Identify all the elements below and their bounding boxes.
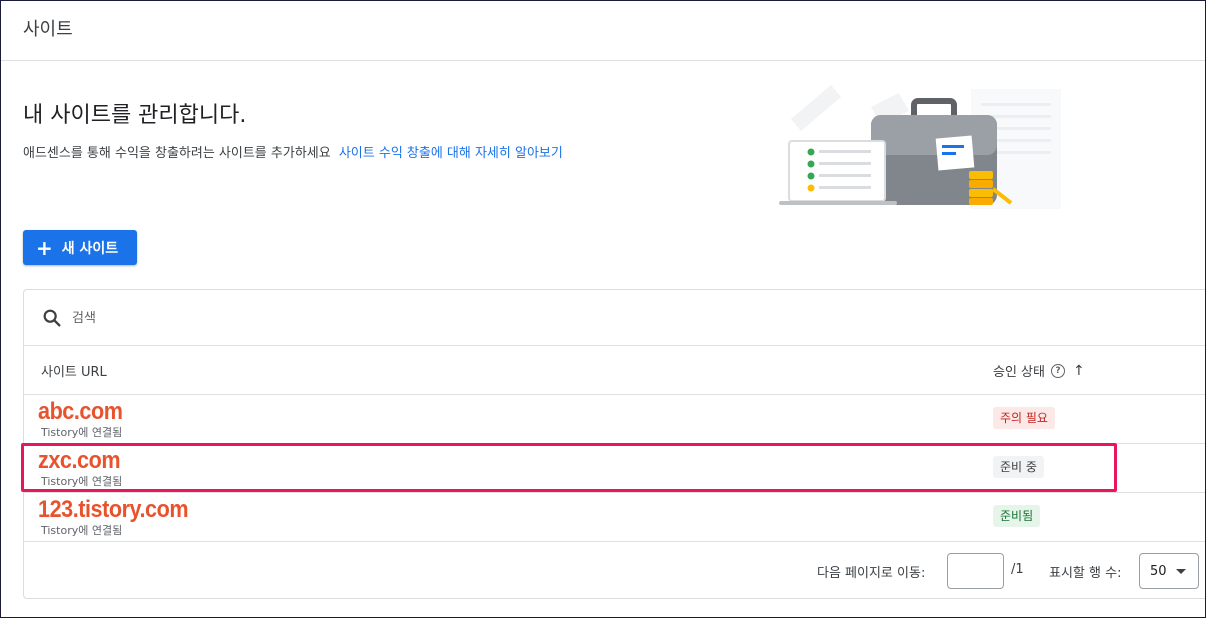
page-frame: 사이트 내 사이트를 관리합니다. 애드센스를 통해 수익을 창출하려는 사이트… bbox=[0, 0, 1206, 618]
sites-table-card: 사이트 URL 승인 상태 ? ↑ abc.com Tistory에 연결됨 주… bbox=[23, 289, 1205, 599]
rows-per-page-value: 50 bbox=[1150, 563, 1167, 579]
site-url[interactable]: abc.com bbox=[38, 398, 123, 426]
pagination-bar: 다음 페이지로 이동: /1 표시할 행 수: 50 bbox=[24, 543, 1205, 599]
top-bar: 사이트 bbox=[1, 1, 1205, 61]
new-site-button[interactable]: + 새 사이트 bbox=[23, 230, 137, 265]
search-bar bbox=[24, 290, 1205, 346]
plus-icon: + bbox=[36, 235, 53, 260]
search-input[interactable] bbox=[72, 306, 672, 330]
column-header-site-url: 사이트 URL bbox=[41, 365, 107, 380]
goto-page-label: 다음 페이지로 이동: bbox=[817, 566, 926, 581]
table-header: 사이트 URL 승인 상태 ? ↑ bbox=[24, 346, 1205, 395]
column-header-approval-status[interactable]: 승인 상태 ? ↑ bbox=[993, 361, 1085, 381]
total-pages: /1 bbox=[1011, 562, 1024, 577]
status-badge: 준비됨 bbox=[993, 505, 1041, 527]
rows-per-page-select[interactable]: 50 bbox=[1139, 553, 1199, 589]
site-connection: Tistory에 연결됨 bbox=[41, 475, 123, 488]
learn-more-link[interactable]: 사이트 수익 창출에 대해 자세히 알아보기 bbox=[339, 146, 563, 161]
page-title: 사이트 bbox=[23, 19, 73, 40]
column-header-status-label: 승인 상태 bbox=[993, 365, 1045, 380]
site-url[interactable]: 123.tistory.com bbox=[38, 496, 189, 524]
site-connection: Tistory에 연결됨 bbox=[41, 426, 123, 439]
arrow-up-icon[interactable]: ↑ bbox=[1073, 363, 1085, 379]
rows-per-page-label: 표시할 행 수: bbox=[1049, 566, 1122, 581]
goto-page-input[interactable] bbox=[947, 553, 1004, 589]
status-badge: 주의 필요 bbox=[993, 407, 1055, 429]
table-row[interactable]: zxc.com Tistory에 연결됨 준비 중 bbox=[24, 444, 1205, 493]
search-icon bbox=[43, 309, 61, 327]
chevron-down-icon bbox=[1175, 568, 1186, 574]
sites-illustration bbox=[779, 85, 1061, 209]
status-badge: 준비 중 bbox=[993, 456, 1044, 478]
table-row[interactable]: abc.com Tistory에 연결됨 주의 필요 bbox=[24, 395, 1205, 444]
site-url[interactable]: zxc.com bbox=[38, 447, 121, 475]
hero-description-text: 애드센스를 통해 수익을 창출하려는 사이트를 추가하세요 bbox=[23, 146, 331, 161]
hero-heading: 내 사이트를 관리합니다. bbox=[23, 103, 247, 128]
site-connection: Tistory에 연결됨 bbox=[41, 524, 123, 537]
new-site-label: 새 사이트 bbox=[61, 240, 119, 257]
table-row[interactable]: 123.tistory.com Tistory에 연결됨 준비됨 bbox=[24, 493, 1205, 542]
help-icon[interactable]: ? bbox=[1050, 363, 1065, 378]
hero-description: 애드센스를 통해 수익을 창출하려는 사이트를 추가하세요 사이트 수익 창출에… bbox=[23, 142, 563, 161]
